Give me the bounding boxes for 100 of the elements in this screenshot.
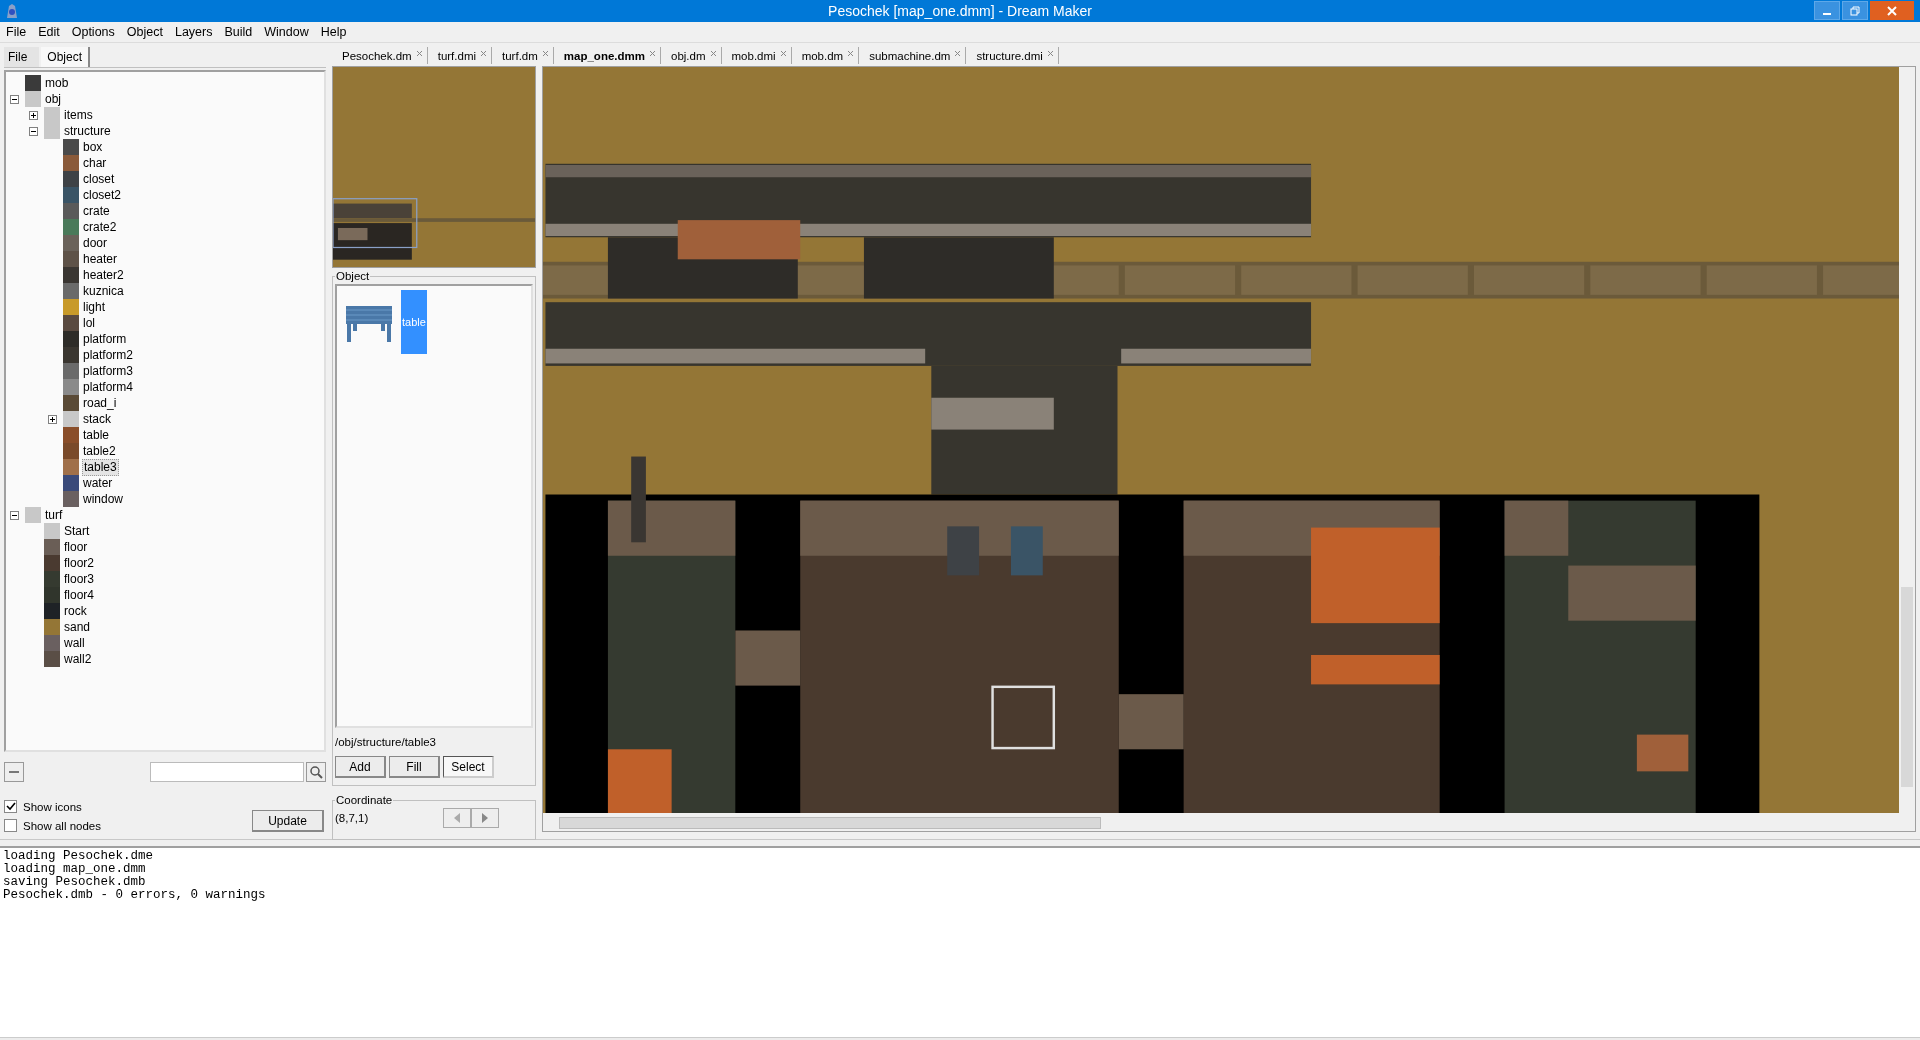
tree-item[interactable]: rock: [63, 603, 88, 619]
mode-button[interactable]: Add: [335, 756, 386, 778]
next-button[interactable]: [471, 808, 499, 828]
menu-item[interactable]: Build: [218, 25, 259, 39]
close-icon[interactable]: [415, 50, 423, 57]
object-path: /obj/structure/table3: [335, 736, 437, 748]
update-button[interactable]: Update: [252, 810, 324, 832]
tree-item[interactable]: platform4: [82, 379, 135, 395]
console-line: saving Pesochek.dmb: [3, 876, 147, 889]
tree-item[interactable]: heater2: [82, 267, 125, 283]
previous-button[interactable]: [443, 808, 471, 828]
tree-item[interactable]: light: [82, 299, 106, 315]
tree-item[interactable]: crate2: [82, 219, 118, 235]
checkbox[interactable]: [4, 819, 17, 832]
tree-item[interactable]: closet: [82, 171, 116, 187]
tab-title: submachine.dm: [869, 50, 951, 62]
tab-title: mob.dm: [801, 50, 844, 62]
console-line: loading Pesochek.dme: [3, 850, 155, 863]
tab-title: mob.dmi: [731, 50, 776, 62]
mode-button[interactable]: Fill: [389, 756, 440, 778]
menu-item[interactable]: Options: [65, 25, 121, 39]
tree-item[interactable]: crate: [82, 203, 111, 219]
tree-item[interactable]: wall: [63, 635, 86, 651]
tree-toggle[interactable]: [10, 94, 19, 104]
tree-item[interactable]: mob: [44, 75, 70, 91]
tree-item[interactable]: stack: [82, 411, 112, 427]
menu-item[interactable]: Edit: [32, 25, 66, 39]
menu-item[interactable]: File: [0, 25, 33, 39]
checkbox-label: Show icons: [23, 800, 82, 813]
tree-item[interactable]: table2: [82, 443, 117, 459]
tree-item[interactable]: char: [82, 155, 108, 171]
group-title: Coordinate: [335, 794, 394, 806]
restore-button[interactable]: [1842, 1, 1868, 20]
minimize-button[interactable]: [1814, 1, 1840, 20]
tree-item[interactable]: items: [63, 107, 94, 123]
tree-item[interactable]: lol: [82, 315, 96, 331]
tab-title: structure.dmi: [976, 50, 1043, 62]
tree-item[interactable]: floor2: [63, 555, 96, 571]
tree-toggle[interactable]: [48, 414, 57, 424]
search-button[interactable]: [306, 762, 326, 782]
tree-item[interactable]: heater: [82, 251, 119, 267]
close-icon[interactable]: [541, 50, 549, 57]
tree-item[interactable]: platform2: [82, 347, 135, 363]
tree-item[interactable]: floor4: [63, 587, 96, 603]
tree-item[interactable]: floor: [63, 539, 89, 555]
close-icon[interactable]: [709, 50, 717, 57]
coordinate-value: (8,7,1): [335, 812, 369, 824]
tree-item[interactable]: box: [82, 139, 104, 155]
tree-item[interactable]: Start: [63, 523, 91, 539]
tree-item[interactable]: floor3: [63, 571, 96, 587]
search-field[interactable]: [150, 762, 304, 782]
tree-item[interactable]: water: [82, 475, 114, 491]
tree-item[interactable]: turf: [44, 507, 64, 523]
tree-item[interactable]: road_i: [82, 395, 118, 411]
tree-item[interactable]: structure: [63, 123, 112, 139]
close-icon[interactable]: [480, 50, 488, 57]
tree-item[interactable]: sand: [63, 619, 92, 635]
close-icon[interactable]: [649, 50, 656, 57]
checkbox[interactable]: [4, 800, 17, 813]
tab-title: Pesochek.dm: [342, 50, 412, 62]
tab-title: map_one.dmm: [563, 50, 645, 62]
tree-item[interactable]: kuznica: [82, 283, 125, 299]
window-title: Pesochek [map_one.dmm] - Dream Maker: [827, 3, 1093, 19]
menu-item[interactable]: Layers: [168, 25, 219, 39]
tree-item[interactable]: closet2: [82, 187, 123, 203]
tree-item[interactable]: window: [82, 491, 125, 507]
menu-item[interactable]: Window: [258, 25, 315, 39]
tree-item[interactable]: platform3: [82, 363, 135, 379]
tree-item[interactable]: door: [82, 235, 109, 251]
right-arrow-icon: [481, 813, 489, 823]
tree-item[interactable]: table: [82, 427, 111, 443]
tree-item[interactable]: obj: [44, 91, 62, 107]
left-arrow-icon: [453, 813, 461, 823]
close-button[interactable]: [1870, 1, 1914, 20]
minimize-icon: [1823, 12, 1831, 15]
tab-title: turf.dmi: [437, 50, 477, 62]
tree-item[interactable]: platform: [82, 331, 128, 347]
close-icon[interactable]: [1046, 50, 1054, 57]
tree-toggle[interactable]: [29, 110, 38, 120]
restore-icon: [1850, 5, 1860, 16]
panel-tab[interactable]: Object: [41, 47, 91, 67]
panel-tab[interactable]: File: [4, 47, 40, 67]
menu-item[interactable]: Help: [314, 25, 353, 39]
close-icon[interactable]: [954, 50, 962, 57]
checkbox-label: Show all nodes: [23, 819, 101, 832]
close-icon[interactable]: [847, 50, 855, 57]
tab-title: obj.dm: [671, 50, 706, 62]
mode-button[interactable]: Select: [443, 756, 494, 778]
tile-map-drawing[interactable]: [543, 67, 1899, 813]
tree-item[interactable]: table3: [82, 458, 119, 476]
tree-item[interactable]: wall2: [63, 651, 93, 667]
console-line: Pesochek.dmb - 0 errors, 0 warnings: [3, 889, 267, 902]
tab-title: turf.dm: [502, 50, 538, 62]
close-icon[interactable]: [779, 50, 787, 57]
tree-toggle[interactable]: [29, 126, 38, 136]
collapse-button[interactable]: [4, 762, 24, 782]
menu-item[interactable]: Object: [120, 25, 169, 39]
tree-toggle[interactable]: [10, 510, 19, 520]
console-line: loading map_one.dmm: [3, 863, 147, 876]
app-icon: [4, 3, 20, 19]
